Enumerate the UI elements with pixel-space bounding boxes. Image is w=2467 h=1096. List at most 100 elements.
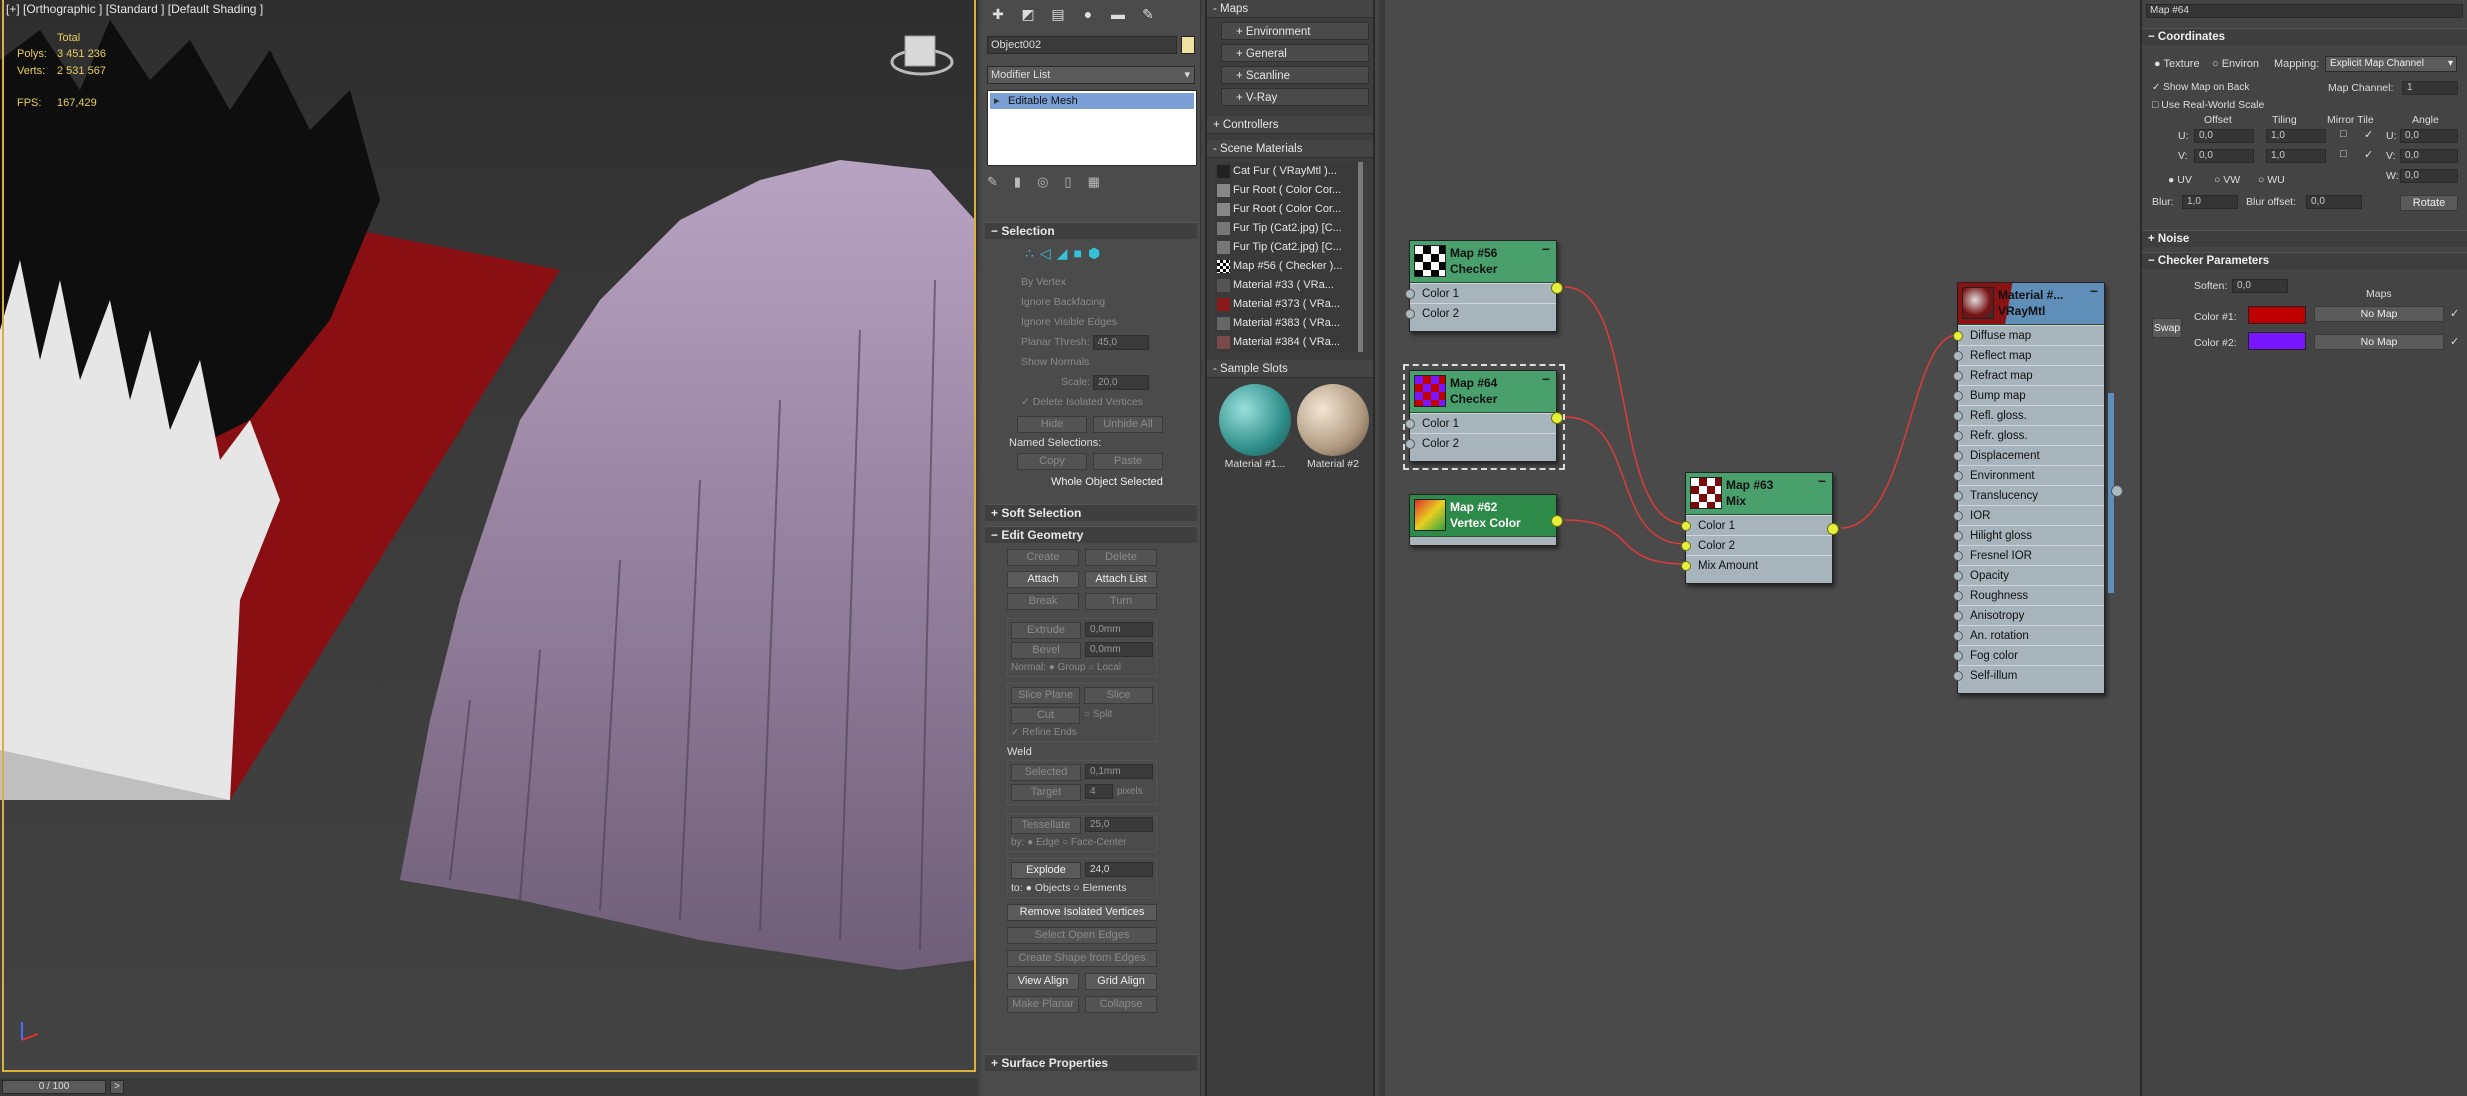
color1-swatch[interactable] (2248, 306, 2306, 324)
make-unique-icon[interactable]: ◎ (1037, 174, 1048, 190)
tessellate-button[interactable]: Tessellate (1011, 817, 1081, 834)
group-radio[interactable]: Group (1058, 662, 1086, 673)
node-slot[interactable]: Fog color (1953, 645, 2104, 665)
node-slot[interactable]: Color 2 (1405, 303, 1556, 323)
cut-button[interactable]: Cut (1011, 707, 1081, 724)
output-socket[interactable] (1551, 412, 1563, 424)
v-offset-spinner[interactable]: 0,0 (2194, 149, 2254, 163)
extrude-button[interactable]: Extrude (1011, 622, 1081, 639)
weld-selected-button[interactable]: Selected (1011, 764, 1081, 781)
input-socket[interactable] (1953, 371, 1963, 381)
slice-button[interactable]: Slice (1084, 687, 1153, 704)
node-header[interactable]: Map #64 Checker − (1410, 371, 1556, 413)
tension-spinner[interactable]: 25,0 (1085, 817, 1153, 832)
input-socket[interactable] (1953, 471, 1963, 481)
node-map-64[interactable]: Map #64 Checker − Color 1 Color 2 (1405, 370, 1563, 462)
maps-group[interactable]: - Maps (1207, 0, 1373, 18)
unhide-all-button[interactable]: Unhide All (1093, 416, 1163, 433)
scale-spinner[interactable]: 20,0 (1093, 375, 1150, 390)
modifier-stack[interactable]: ▸ Editable Mesh (987, 90, 1197, 166)
polygon-level-icon[interactable]: ■ (1073, 245, 1081, 262)
v-tile-checkbox[interactable]: ✓ (2364, 148, 2373, 161)
material-output-socket[interactable] (2111, 485, 2123, 497)
explode-angle-spinner[interactable]: 24,0 (1085, 862, 1153, 877)
color2-swatch[interactable] (2248, 332, 2306, 350)
weld-threshold-spinner[interactable]: 0,1mm (1085, 764, 1153, 779)
select-open-edges-button[interactable]: Select Open Edges (1007, 927, 1157, 944)
input-socket[interactable] (1953, 351, 1963, 361)
controllers-group[interactable]: + Controllers (1207, 116, 1373, 134)
expand-icon[interactable]: ▸ (994, 93, 1000, 109)
scene-materials-group[interactable]: - Scene Materials (1207, 140, 1373, 158)
vw-radio[interactable]: ○ VW (2214, 174, 2240, 186)
target-pixels-spinner[interactable]: 4 (1085, 784, 1113, 799)
node-slot[interactable]: IOR (1953, 505, 2104, 525)
input-socket[interactable] (1953, 551, 1963, 561)
output-socket[interactable] (1827, 523, 1839, 535)
weld-target-button[interactable]: Target (1011, 784, 1081, 801)
node-slot[interactable]: Anisotropy (1953, 605, 2104, 625)
create-tab-icon[interactable]: ✚ (987, 4, 1009, 24)
display-tab-icon[interactable]: ▬ (1107, 4, 1129, 24)
collapse-button[interactable]: Collapse (1085, 996, 1157, 1013)
color1-map-checkbox[interactable]: ✓ (2450, 307, 2459, 320)
delete-button[interactable]: Delete (1085, 549, 1157, 566)
node-header[interactable]: Map #62 Vertex Color (1410, 495, 1556, 537)
environment-category[interactable]: + Environment (1221, 22, 1369, 40)
explode-button[interactable]: Explode (1011, 862, 1081, 879)
input-socket[interactable] (1681, 541, 1691, 551)
node-slot[interactable]: Diffuse map (1953, 325, 2104, 345)
node-slot[interactable]: Translucency (1953, 485, 2104, 505)
v-tiling-spinner[interactable]: 1,0 (2266, 149, 2326, 163)
rotate-button[interactable]: Rotate (2400, 195, 2458, 211)
time-slider[interactable]: 0 / 100 > (0, 1078, 978, 1096)
use-real-world-scale-checkbox[interactable]: □ Use Real-World Scale (2152, 99, 2264, 111)
map-channel-spinner[interactable]: 1 (2402, 81, 2458, 95)
node-map-56[interactable]: Map #56 Checker − Color 1 Color 2 (1405, 240, 1563, 332)
input-socket[interactable] (1953, 591, 1963, 601)
next-frame-button[interactable]: > (110, 1080, 124, 1094)
color2-map-button[interactable]: No Map (2314, 334, 2444, 350)
list-item[interactable]: Fur Root ( Color Cor... (1215, 200, 1363, 219)
vray-category[interactable]: + V-Ray (1221, 88, 1369, 106)
by-vertex-checkbox[interactable]: By Vertex (1021, 272, 1197, 292)
input-socket[interactable] (1953, 391, 1963, 401)
node-slot[interactable]: Color 1 (1681, 515, 1832, 535)
edit-geometry-header[interactable]: − Edit Geometry (985, 526, 1197, 543)
sample-slot[interactable]: Material #1... (1219, 384, 1291, 470)
input-socket[interactable] (1953, 491, 1963, 501)
copy-button[interactable]: Copy (1017, 453, 1087, 470)
input-socket[interactable] (1953, 411, 1963, 421)
general-category[interactable]: + General (1221, 44, 1369, 62)
input-socket[interactable] (1681, 561, 1691, 571)
node-slot[interactable]: Roughness (1953, 585, 2104, 605)
modify-tab-icon[interactable]: ◩ (1017, 4, 1039, 24)
node-slot[interactable]: Color 2 (1405, 433, 1556, 453)
show-normals-checkbox[interactable]: Show Normals (1021, 352, 1197, 372)
node-header[interactable]: Map #63 Mix − (1686, 473, 1832, 515)
node-map-62[interactable]: Map #62 Vertex Color (1409, 494, 1563, 546)
list-scrollbar[interactable] (1358, 162, 1363, 352)
ignore-visible-edges-checkbox[interactable]: Ignore Visible Edges (1021, 312, 1197, 332)
node-slot[interactable]: Environment (1953, 465, 2104, 485)
node-slot[interactable]: Hilight gloss (1953, 525, 2104, 545)
node-slot[interactable]: Opacity (1953, 565, 2104, 585)
u-offset-spinner[interactable]: 0,0 (2194, 129, 2254, 143)
hierarchy-tab-icon[interactable]: ▤ (1047, 4, 1069, 24)
node-slot[interactable]: Bump map (1953, 385, 2104, 405)
node-slot[interactable]: Refract map (1953, 365, 2104, 385)
u-tiling-spinner[interactable]: 1,0 (2266, 129, 2326, 143)
minimize-icon[interactable]: − (1542, 371, 1550, 387)
slice-plane-button[interactable]: Slice Plane (1011, 687, 1080, 704)
node-slot[interactable]: Mix Amount (1681, 555, 1832, 575)
input-socket[interactable] (1953, 631, 1963, 641)
object-name-field[interactable]: Object002 (987, 36, 1177, 54)
wu-radio[interactable]: ○ WU (2258, 174, 2285, 186)
stack-item-editable-mesh[interactable]: ▸ Editable Mesh (990, 93, 1194, 109)
w-angle-spinner[interactable]: 0,0 (2400, 169, 2458, 183)
soft-selection-rollout[interactable]: + Soft Selection (985, 504, 1197, 521)
swap-button[interactable]: Swap (2152, 318, 2182, 338)
input-socket[interactable] (1405, 439, 1415, 449)
motion-tab-icon[interactable]: ● (1077, 4, 1099, 24)
turn-button[interactable]: Turn (1085, 593, 1157, 610)
